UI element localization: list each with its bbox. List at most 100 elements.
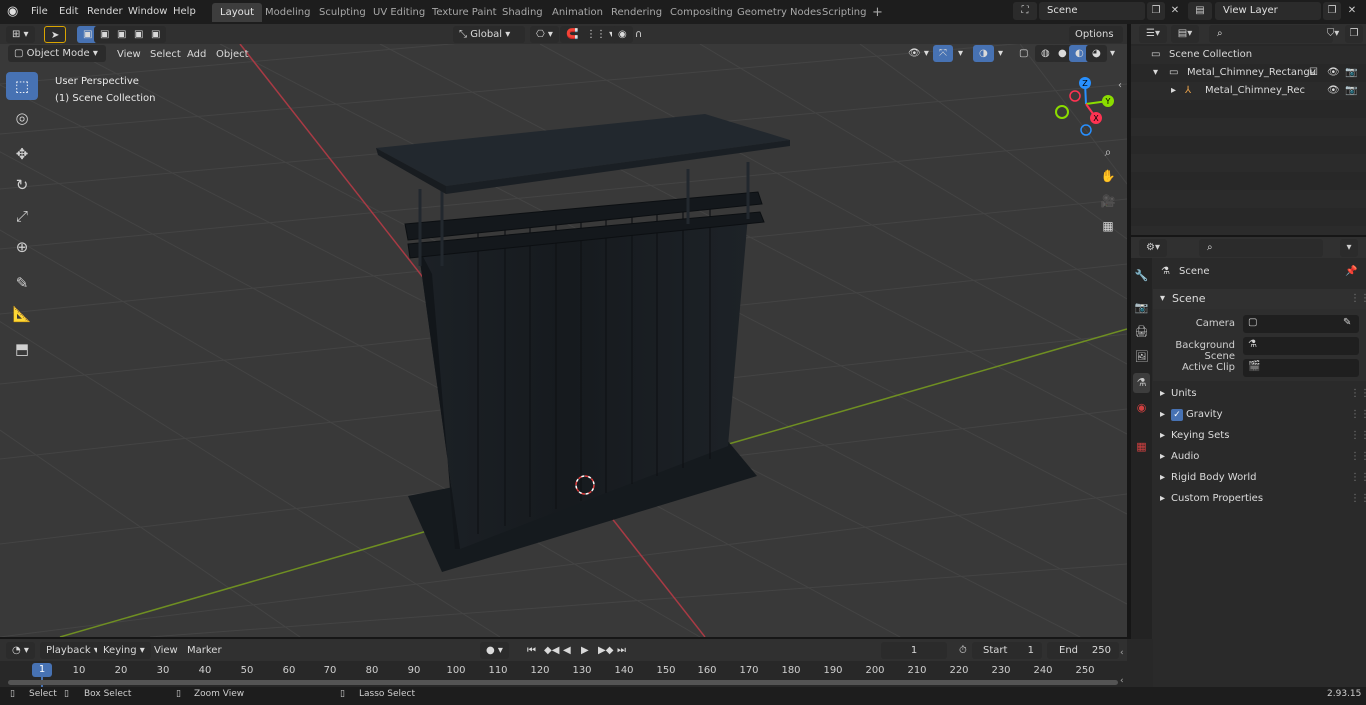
menu-window[interactable]: Window [128, 4, 167, 20]
cursor-tool-icon[interactable]: ◎ [6, 104, 38, 132]
expand-arrow-icon[interactable]: ▾ [1153, 64, 1158, 82]
keying-dropdown[interactable]: Keying ▾ [97, 642, 151, 659]
timeline-scrollbar[interactable] [8, 680, 1118, 685]
timeline-collapse-icon[interactable]: ‹ [1120, 648, 1124, 658]
gravity-checkbox[interactable]: ✓ [1171, 409, 1183, 421]
view-layer-tab-icon[interactable]: 🖼 [1133, 347, 1150, 367]
texture-tab-icon[interactable]: ▦ [1133, 437, 1150, 457]
overlays-dropdown-icon[interactable]: ▾ [992, 45, 1009, 62]
properties-editor-type-icon[interactable]: ⚙▾ [1139, 239, 1167, 257]
eyedropper-icon[interactable]: ✎ [1343, 317, 1351, 328]
timeline-editor-type-icon[interactable]: ◔ ▾ [6, 642, 35, 659]
audio-panel-header[interactable]: ▸ Audio ⋮⋮ [1153, 447, 1366, 467]
scale-tool-icon[interactable]: ⤢ [6, 202, 38, 230]
add-workspace-button[interactable]: + [864, 3, 891, 22]
proportional-falloff-icon[interactable]: ∩ [629, 26, 648, 43]
world-tab-icon[interactable]: ◉ [1133, 398, 1150, 418]
overlays-toggle-icon[interactable]: ◑ [973, 45, 994, 62]
start-frame-field[interactable]: Start 1 [972, 642, 1042, 659]
measure-tool-icon[interactable]: 📐 [6, 300, 38, 328]
playback-dropdown[interactable]: Playback ▾ [40, 642, 105, 659]
drag-handle-icon[interactable]: ⋮⋮ [1350, 426, 1366, 446]
units-panel-header[interactable]: ▸ Units ⋮⋮ [1153, 384, 1366, 404]
move-tool-icon[interactable]: ✥ [6, 140, 38, 168]
delete-view-layer-icon[interactable]: ✕ [1343, 2, 1361, 20]
auto-keying-toggle-icon[interactable]: ● ▾ [480, 642, 509, 659]
drag-handle-icon[interactable]: ⋮⋮ [1350, 468, 1366, 488]
drag-handle-icon[interactable]: ⋮⋮ [1350, 405, 1366, 425]
drag-handle-icon[interactable]: ⋮⋮ [1350, 489, 1366, 509]
viewport-menu-add[interactable]: Add [187, 47, 206, 63]
gizmo-dropdown-icon[interactable]: ▾ [952, 45, 969, 62]
gravity-panel-header[interactable]: ▸ ✓ Gravity ⋮⋮ [1153, 405, 1366, 425]
scene-panel-header[interactable]: ▾ Scene ⋮⋮ [1153, 289, 1366, 309]
timeline-menu-marker[interactable]: Marker [187, 643, 222, 659]
outliner-display-mode-icon[interactable]: ▤▾ [1171, 25, 1199, 43]
menu-render[interactable]: Render [87, 4, 123, 20]
shading-dropdown-icon[interactable]: ▾ [1104, 45, 1121, 62]
timeline-menu-view[interactable]: View [154, 643, 178, 659]
timeline-collapse-icon-lower[interactable]: ‹ [1120, 676, 1124, 686]
selection-mode-intersect-icon[interactable]: ▣ [145, 26, 167, 43]
tab-modeling[interactable]: Modeling [257, 3, 319, 22]
blender-logo-icon[interactable]: ◉ [7, 4, 23, 20]
menu-edit[interactable]: Edit [59, 4, 78, 20]
render-camera-icon[interactable]: 📷 [1345, 82, 1357, 100]
end-frame-field[interactable]: End 250 [1047, 642, 1119, 659]
playhead-marker[interactable]: 1 [32, 663, 52, 677]
scene-name-field[interactable]: Scene [1039, 2, 1145, 20]
tab-uv-editing[interactable]: UV Editing [365, 3, 433, 22]
rigid-body-world-panel-header[interactable]: ▸ Rigid Body World ⋮⋮ [1153, 468, 1366, 488]
drag-handle-icon[interactable]: ⋮⋮ [1350, 447, 1366, 467]
transform-orientation-dropdown[interactable]: ⤡ Global ▾ [453, 26, 525, 43]
perspective-toggle-icon[interactable]: ▦ [1097, 215, 1119, 237]
delete-scene-icon[interactable]: ✕ [1166, 2, 1184, 20]
navigation-gizmo[interactable]: Z Y X [1054, 74, 1118, 138]
select-box-tool-icon[interactable]: ⬚ [6, 72, 38, 100]
visibility-selectability-icon[interactable]: 👁 ▾ [902, 45, 935, 62]
outliner-filter-icon[interactable]: ⛉▾ [1321, 25, 1345, 43]
new-view-layer-icon[interactable]: ❐ [1323, 2, 1341, 20]
pan-view-icon[interactable]: ✋ [1097, 165, 1119, 187]
tab-animation[interactable]: Animation [544, 3, 611, 22]
transform-tool-icon[interactable]: ⊕ [6, 233, 38, 261]
camera-field[interactable]: ▢ ✎ [1243, 315, 1359, 333]
view-layer-name-field[interactable]: View Layer [1215, 2, 1321, 20]
expand-arrow-icon[interactable]: ▸ [1171, 82, 1176, 100]
custom-properties-panel-header[interactable]: ▸ Custom Properties ⋮⋮ [1153, 489, 1366, 509]
play-reverse-icon[interactable]: ◀ [557, 642, 577, 659]
camera-view-icon[interactable]: 🎥 [1097, 190, 1119, 212]
tab-layout[interactable]: Layout [212, 3, 262, 22]
gizmo-toggle-icon[interactable]: ⤧ [933, 45, 953, 62]
viewport-menu-select[interactable]: Select [150, 47, 181, 63]
menu-file[interactable]: File [31, 4, 48, 20]
active-clip-field[interactable]: 🎬 [1243, 359, 1359, 377]
outliner-search-input[interactable]: ⌕ [1209, 25, 1333, 43]
scene-tab-icon[interactable]: ⚗ [1133, 373, 1150, 393]
properties-options-icon[interactable]: ▾ [1340, 239, 1358, 257]
tab-texture-paint[interactable]: Texture Paint [424, 3, 505, 22]
current-frame-field[interactable]: 1 [881, 642, 947, 659]
3d-viewport[interactable]: Z Y X [0, 44, 1127, 637]
editor-type-button[interactable]: ⊞ ▾ [6, 26, 35, 43]
viewport-menu-view[interactable]: View [117, 47, 141, 63]
select-tool-mode-icon[interactable]: ➤ [44, 26, 67, 43]
drag-handle-icon[interactable]: ⋮⋮ [1350, 289, 1366, 309]
output-tab-icon[interactable]: 🖨 [1133, 322, 1150, 342]
scene-browse-icon[interactable]: ⛶ [1013, 2, 1037, 20]
zoom-view-icon[interactable]: ⌕ [1097, 141, 1119, 163]
drag-handle-icon[interactable]: ⋮⋮ [1350, 384, 1366, 404]
tool-settings-tab-icon[interactable]: 🔧 [1133, 266, 1150, 286]
outliner-row-scene-collection[interactable]: ▭ Scene Collection [1131, 46, 1366, 64]
keying-sets-panel-header[interactable]: ▸ Keying Sets ⋮⋮ [1153, 426, 1366, 446]
new-scene-icon[interactable]: ❐ [1147, 2, 1165, 20]
jump-to-end-icon[interactable]: ⏭ [611, 642, 632, 659]
tab-rendering[interactable]: Rendering [603, 3, 670, 22]
visibility-eye-icon[interactable]: 👁 [1327, 82, 1340, 100]
properties-search-input[interactable]: ⌕ [1199, 239, 1323, 257]
visibility-eye-icon[interactable]: 👁 [1327, 64, 1340, 82]
options-dropdown[interactable]: Options ▾ [1069, 26, 1123, 57]
new-collection-icon[interactable]: ❐ [1345, 25, 1363, 43]
outliner-row-object[interactable]: ▸ ⅄ Metal_Chimney_Rectang 👁 📷 [1131, 82, 1366, 100]
annotate-tool-icon[interactable]: ✎ [6, 269, 38, 297]
